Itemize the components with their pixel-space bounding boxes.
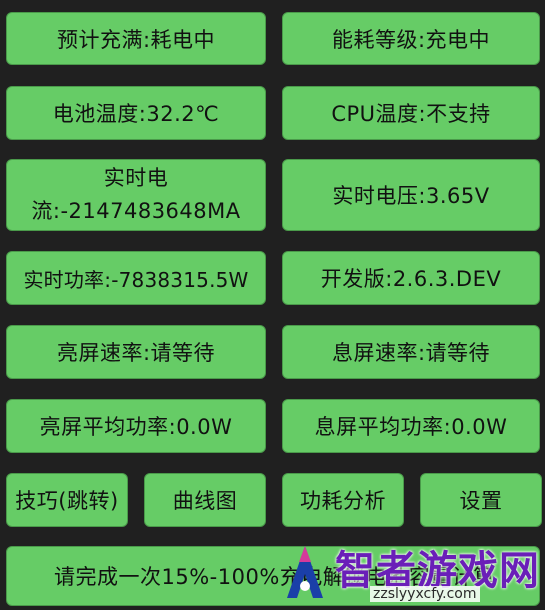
cpu-temperature-tile[interactable]: CPU温度:不支持 (282, 86, 540, 140)
estimated-full-tile[interactable]: 预计充满:耗电中 (6, 12, 266, 65)
battery-temperature-tile[interactable]: 电池温度:32.2℃ (6, 86, 266, 140)
tips-button[interactable]: 技巧(跳转) (6, 473, 128, 527)
capacity-calibration-hint[interactable]: 请完成一次15%-100%充电解锁电池容量计算 (6, 546, 540, 606)
screen-off-average-power-tile[interactable]: 息屏平均功率:0.0W (282, 399, 540, 453)
screen-on-rate-tile[interactable]: 亮屏速率:请等待 (6, 325, 266, 379)
screen-on-average-power-tile[interactable]: 亮屏平均功率:0.0W (6, 399, 266, 453)
curve-chart-button[interactable]: 曲线图 (144, 473, 266, 527)
screen-off-rate-tile[interactable]: 息屏速率:请等待 (282, 325, 540, 379)
realtime-current-label-line2: 流:-2147483648MA (31, 199, 241, 223)
power-analysis-button[interactable]: 功耗分析 (282, 473, 404, 527)
realtime-power-tile[interactable]: 实时功率:-7838315.5W (6, 251, 266, 305)
dev-version-tile[interactable]: 开发版:2.6.3.DEV (282, 251, 540, 305)
realtime-voltage-tile[interactable]: 实时电压:3.65V (282, 159, 540, 231)
realtime-current-tile[interactable]: 实时电 流:-2147483648MA (6, 159, 266, 231)
realtime-current-label-line1: 实时电 (103, 166, 169, 190)
settings-button[interactable]: 设置 (420, 473, 542, 527)
energy-level-tile[interactable]: 能耗等级:充电中 (282, 12, 540, 65)
